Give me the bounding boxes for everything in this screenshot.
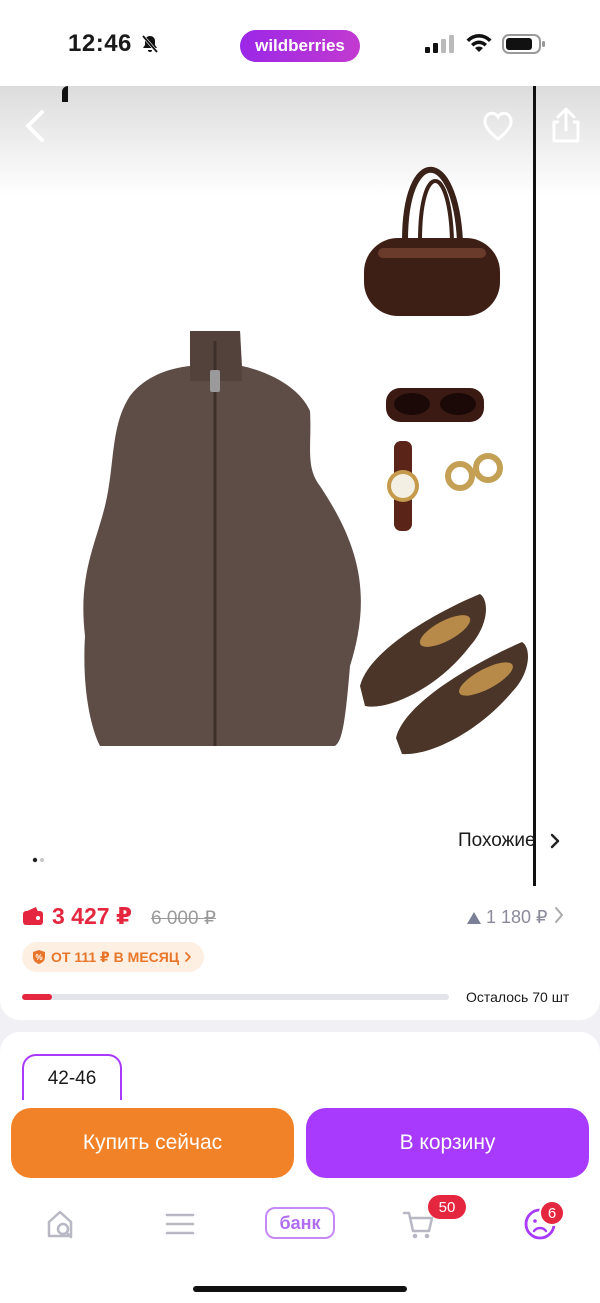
status-time: 12:46: [68, 30, 132, 57]
loafers-image: [360, 594, 528, 755]
chevron-right-icon[interactable]: [554, 906, 564, 929]
similar-products-link[interactable]: Похожие: [458, 830, 560, 852]
frame-corner: [62, 86, 68, 102]
price-change-indicator[interactable]: 1 180 ₽: [466, 907, 548, 928]
add-to-cart-button[interactable]: В корзину: [306, 1108, 589, 1178]
shield-discount-icon: %: [33, 950, 45, 964]
muted-bell-icon: [140, 34, 160, 59]
gallery-pagination-dots: [32, 850, 46, 868]
battery-icon: [502, 33, 546, 60]
cart-count-badge: 50: [428, 1195, 466, 1219]
profile-notification-badge: 6: [539, 1200, 565, 1226]
installment-text: ОТ 111 ₽ В МЕСЯЦ: [51, 948, 180, 965]
watch-image: [387, 441, 419, 531]
chevron-right-icon: [185, 952, 191, 962]
cellular-signal-icon: [425, 34, 455, 59]
price-change-value: 1 180 ₽: [486, 907, 548, 927]
back-icon[interactable]: [20, 108, 52, 144]
price-card: 3 427 ₽ 6 000 ₽ 1 180 ₽ % ОТ 111 ₽ В МЕС…: [0, 886, 600, 1020]
favorite-heart-icon[interactable]: [480, 108, 516, 144]
bottom-navigation: банк 50 6: [0, 1190, 600, 1260]
bank-tab[interactable]: банк: [265, 1207, 335, 1239]
home-search-icon[interactable]: [40, 1204, 80, 1244]
wifi-icon: [465, 32, 493, 59]
catalog-menu-icon[interactable]: [160, 1204, 200, 1244]
wallet-icon: [22, 906, 44, 931]
product-gallery[interactable]: Похожие: [0, 86, 600, 886]
product-image: [83, 166, 528, 755]
triangle-up-icon: [467, 911, 481, 924]
buy-now-button[interactable]: Купить сейчас: [11, 1108, 294, 1178]
current-price: 3 427 ₽: [52, 903, 132, 929]
share-icon[interactable]: [548, 106, 584, 144]
knit-vest-image: [83, 331, 361, 746]
bag-image: [364, 166, 500, 316]
similar-label: Похожие: [458, 830, 536, 851]
installment-badge[interactable]: % ОТ 111 ₽ В МЕСЯЦ: [22, 942, 205, 972]
stock-remaining-label: Осталось 70 шт: [466, 989, 570, 1005]
wildberries-app-badge[interactable]: wildberries: [240, 30, 360, 62]
sunglasses-image: [386, 388, 484, 422]
earrings-image: [445, 453, 503, 491]
home-indicator: [193, 1286, 407, 1292]
status-bar: 12:46 wildberries: [0, 0, 600, 86]
stock-progress-fill: [22, 994, 52, 1000]
chevron-right-icon: [550, 833, 559, 849]
svg-text:%: %: [35, 953, 42, 962]
stock-progress-bar: [22, 994, 449, 1000]
old-price: 6 000 ₽: [151, 908, 216, 929]
